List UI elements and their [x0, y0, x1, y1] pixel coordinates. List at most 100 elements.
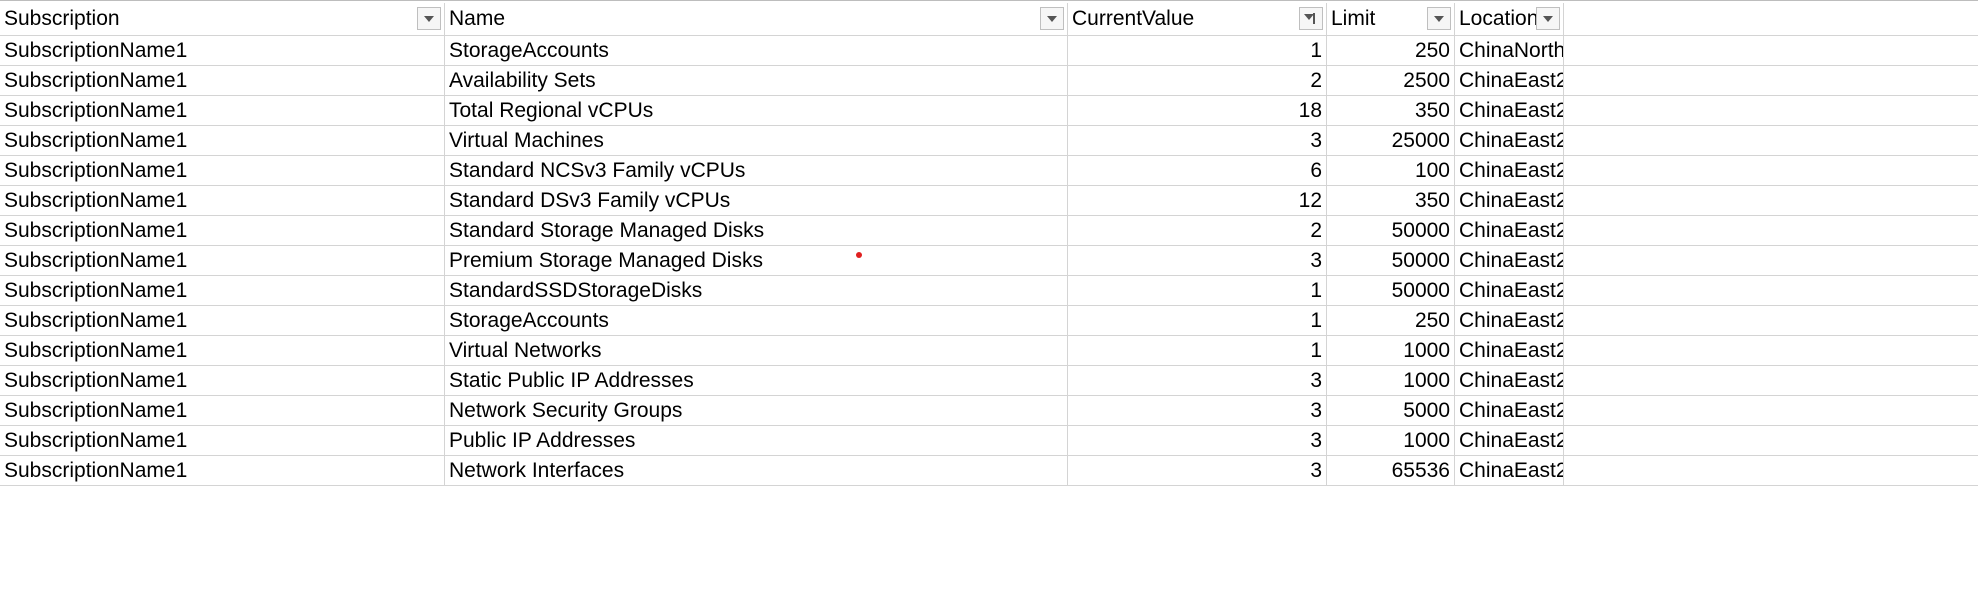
cell-currentvalue[interactable]: 12 [1068, 186, 1327, 215]
cell-location[interactable]: ChinaEast2 [1455, 216, 1564, 245]
cell-location[interactable]: ChinaEast2 [1455, 366, 1564, 395]
cell-name[interactable]: Total Regional vCPUs [445, 96, 1068, 125]
cell-currentvalue[interactable]: 1 [1068, 336, 1327, 365]
table-row[interactable]: SubscriptionName1 Standard NCSv3 Family v… [0, 156, 1978, 186]
cell-empty[interactable] [1564, 336, 1978, 365]
cell-name[interactable]: Premium Storage Managed Disks [445, 246, 1068, 275]
cell-subscription[interactable]: SubscriptionName1 [0, 186, 445, 215]
cell-currentvalue[interactable]: 3 [1068, 456, 1327, 485]
cell-currentvalue[interactable]: 1 [1068, 306, 1327, 335]
cell-name[interactable]: Virtual Machines [445, 126, 1068, 155]
cell-empty[interactable] [1564, 276, 1978, 305]
table-row[interactable]: SubscriptionName1 Availability Sets 2 2500 C… [0, 66, 1978, 96]
cell-limit[interactable]: 1000 [1327, 336, 1455, 365]
cell-subscription[interactable]: SubscriptionName1 [0, 366, 445, 395]
table-row[interactable]: SubscriptionName1 Standard Storage Manage… [0, 216, 1978, 246]
cell-empty[interactable] [1564, 216, 1978, 245]
cell-limit[interactable]: 100 [1327, 156, 1455, 185]
filter-dropdown-button[interactable] [1536, 7, 1560, 30]
cell-limit[interactable]: 50000 [1327, 246, 1455, 275]
cell-location[interactable]: ChinaEast2 [1455, 186, 1564, 215]
header-currentvalue[interactable]: CurrentValue [1068, 3, 1327, 35]
cell-currentvalue[interactable]: 3 [1068, 396, 1327, 425]
table-row[interactable]: SubscriptionName1 StandardSSDStorageDisks… [0, 276, 1978, 306]
filter-dropdown-button[interactable] [1040, 7, 1064, 30]
cell-subscription[interactable]: SubscriptionName1 [0, 216, 445, 245]
cell-empty[interactable] [1564, 66, 1978, 95]
cell-limit[interactable]: 5000 [1327, 396, 1455, 425]
cell-currentvalue[interactable]: 2 [1068, 216, 1327, 245]
cell-name[interactable]: Availability Sets [445, 66, 1068, 95]
cell-limit[interactable]: 350 [1327, 186, 1455, 215]
cell-name[interactable]: Network Interfaces [445, 456, 1068, 485]
table-row[interactable]: SubscriptionName1 StorageAccounts 1 250 Chin… [0, 306, 1978, 336]
cell-empty[interactable] [1564, 126, 1978, 155]
cell-currentvalue[interactable]: 3 [1068, 366, 1327, 395]
cell-location[interactable]: ChinaNorth2 [1455, 36, 1564, 65]
cell-subscription[interactable]: SubscriptionName1 [0, 126, 445, 155]
cell-location[interactable]: ChinaEast2 [1455, 306, 1564, 335]
cell-name[interactable]: Standard DSv3 Family vCPUs [445, 186, 1068, 215]
header-location[interactable]: Location [1455, 3, 1564, 35]
cell-currentvalue[interactable]: 18 [1068, 96, 1327, 125]
cell-location[interactable]: ChinaEast2 [1455, 246, 1564, 275]
cell-empty[interactable] [1564, 366, 1978, 395]
cell-location[interactable]: ChinaEast2 [1455, 126, 1564, 155]
table-row[interactable]: SubscriptionName1 StorageAccounts 1 250 Chin… [0, 36, 1978, 66]
table-row[interactable]: SubscriptionName1 Network Interfaces 3 6553… [0, 456, 1978, 486]
filter-dropdown-button[interactable] [417, 7, 441, 30]
cell-location[interactable]: ChinaEast2 [1455, 456, 1564, 485]
cell-empty[interactable] [1564, 396, 1978, 425]
cell-empty[interactable] [1564, 246, 1978, 275]
cell-location[interactable]: ChinaEast2 [1455, 156, 1564, 185]
cell-currentvalue[interactable]: 3 [1068, 126, 1327, 155]
cell-location[interactable]: ChinaEast2 [1455, 276, 1564, 305]
cell-currentvalue[interactable]: 3 [1068, 246, 1327, 275]
cell-limit[interactable]: 65536 [1327, 456, 1455, 485]
cell-currentvalue[interactable]: 3 [1068, 426, 1327, 455]
cell-limit[interactable]: 25000 [1327, 126, 1455, 155]
header-name[interactable]: Name [445, 3, 1068, 35]
cell-currentvalue[interactable]: 2 [1068, 66, 1327, 95]
cell-empty[interactable] [1564, 36, 1978, 65]
cell-location[interactable]: ChinaEast2 [1455, 96, 1564, 125]
cell-name[interactable]: StandardSSDStorageDisks [445, 276, 1068, 305]
filter-active-button[interactable] [1299, 7, 1323, 30]
header-subscription[interactable]: Subscription [0, 3, 445, 35]
table-row[interactable]: SubscriptionName1 Total Regional vCPUs 18 3… [0, 96, 1978, 126]
cell-subscription[interactable]: SubscriptionName1 [0, 396, 445, 425]
cell-currentvalue[interactable]: 6 [1068, 156, 1327, 185]
cell-location[interactable]: ChinaEast2 [1455, 66, 1564, 95]
cell-location[interactable]: ChinaEast2 [1455, 336, 1564, 365]
cell-limit[interactable]: 2500 [1327, 66, 1455, 95]
cell-empty[interactable] [1564, 456, 1978, 485]
cell-subscription[interactable]: SubscriptionName1 [0, 156, 445, 185]
cell-subscription[interactable]: SubscriptionName1 [0, 66, 445, 95]
cell-empty[interactable] [1564, 96, 1978, 125]
cell-subscription[interactable]: SubscriptionName1 [0, 96, 445, 125]
cell-empty[interactable] [1564, 426, 1978, 455]
cell-currentvalue[interactable]: 1 [1068, 276, 1327, 305]
header-limit[interactable]: Limit [1327, 3, 1455, 35]
cell-empty[interactable] [1564, 186, 1978, 215]
cell-name[interactable]: Static Public IP Addresses [445, 366, 1068, 395]
cell-limit[interactable]: 250 [1327, 306, 1455, 335]
table-row[interactable]: SubscriptionName1 Standard DSv3 Family vC… [0, 186, 1978, 216]
cell-limit[interactable]: 1000 [1327, 426, 1455, 455]
cell-location[interactable]: ChinaEast2 [1455, 396, 1564, 425]
cell-subscription[interactable]: SubscriptionName1 [0, 426, 445, 455]
cell-limit[interactable]: 350 [1327, 96, 1455, 125]
cell-subscription[interactable]: SubscriptionName1 [0, 336, 445, 365]
cell-subscription[interactable]: SubscriptionName1 [0, 306, 445, 335]
cell-empty[interactable] [1564, 306, 1978, 335]
cell-limit[interactable]: 250 [1327, 36, 1455, 65]
table-row[interactable]: SubscriptionName1 Public IP Addresses 3 100… [0, 426, 1978, 456]
empty-column-header[interactable] [1564, 3, 1978, 35]
cell-name[interactable]: StorageAccounts [445, 306, 1068, 335]
cell-subscription[interactable]: SubscriptionName1 [0, 276, 445, 305]
cell-name[interactable]: Network Security Groups [445, 396, 1068, 425]
cell-name[interactable]: Virtual Networks [445, 336, 1068, 365]
cell-name[interactable]: StorageAccounts [445, 36, 1068, 65]
cell-subscription[interactable]: SubscriptionName1 [0, 246, 445, 275]
cell-name[interactable]: Standard Storage Managed Disks [445, 216, 1068, 245]
